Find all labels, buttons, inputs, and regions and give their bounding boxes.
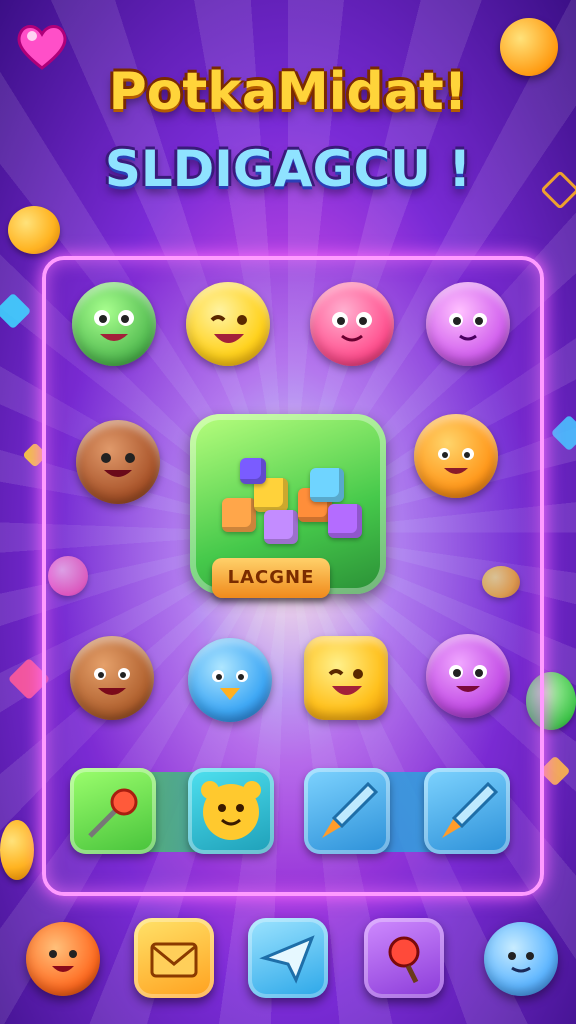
tile-brown-bear[interactable] — [76, 420, 160, 504]
game-title-line1: PotkaMidat! — [108, 62, 468, 122]
tile-brown-bear-2[interactable] — [70, 636, 154, 720]
send-button[interactable] — [248, 918, 328, 998]
slot-blue-brush[interactable] — [304, 768, 390, 854]
tile-purple-bear[interactable] — [426, 634, 510, 718]
gem-icon — [550, 414, 576, 452]
tile-yellow-bear[interactable] — [186, 282, 270, 366]
pet-blue-button[interactable] — [484, 922, 558, 996]
box-label-ribbon: LACGNE — [212, 558, 330, 598]
bear-face-icon — [94, 668, 130, 695]
tile-violet-bear[interactable] — [426, 282, 510, 366]
coin-icon — [0, 820, 34, 880]
paper-plane-icon — [259, 935, 315, 984]
coin-icon — [8, 206, 60, 254]
monster-face-icon — [94, 310, 134, 341]
bear-face-icon — [449, 313, 487, 341]
cube-icon — [264, 510, 298, 544]
bear-face-icon — [210, 315, 247, 343]
cube-icon — [222, 498, 256, 532]
mail-button[interactable] — [134, 918, 214, 998]
game-title-line2: SLDIGAGCU ! — [104, 140, 472, 198]
bear-face-icon — [201, 781, 261, 840]
spiky-blob-icon — [508, 952, 534, 973]
mail-icon — [150, 942, 198, 978]
fox-face-icon — [438, 448, 474, 474]
tile-orange-fox[interactable] — [414, 414, 498, 498]
bear-face-icon — [449, 665, 487, 692]
cat-face-icon — [332, 312, 372, 342]
cube-icon — [310, 468, 344, 502]
gem-icon — [0, 292, 32, 330]
slot-yellow-bear[interactable] — [188, 768, 274, 854]
tile-blue-blob[interactable] — [188, 638, 272, 722]
tile-yellow-star[interactable] — [304, 636, 388, 720]
tile-pink-cat[interactable] — [310, 282, 394, 366]
tile-green-monster[interactable] — [72, 282, 156, 366]
pet-orange-button[interactable] — [26, 922, 100, 996]
brush-icon — [322, 781, 379, 838]
gem-icon — [539, 755, 571, 787]
bear-icon — [49, 950, 77, 972]
pin-icon — [88, 788, 138, 838]
blob-face-icon — [212, 670, 248, 700]
bear-face-icon — [101, 453, 135, 477]
cube-icon — [328, 504, 362, 538]
cube-icon — [240, 458, 266, 484]
slot-rocket-pin[interactable] — [70, 768, 156, 854]
slot-blue-brush-2[interactable] — [424, 768, 510, 854]
brush-icon — [442, 781, 499, 838]
boost-button[interactable] — [364, 918, 444, 998]
magnifier-icon — [388, 936, 420, 984]
star-face-icon — [328, 669, 363, 695]
